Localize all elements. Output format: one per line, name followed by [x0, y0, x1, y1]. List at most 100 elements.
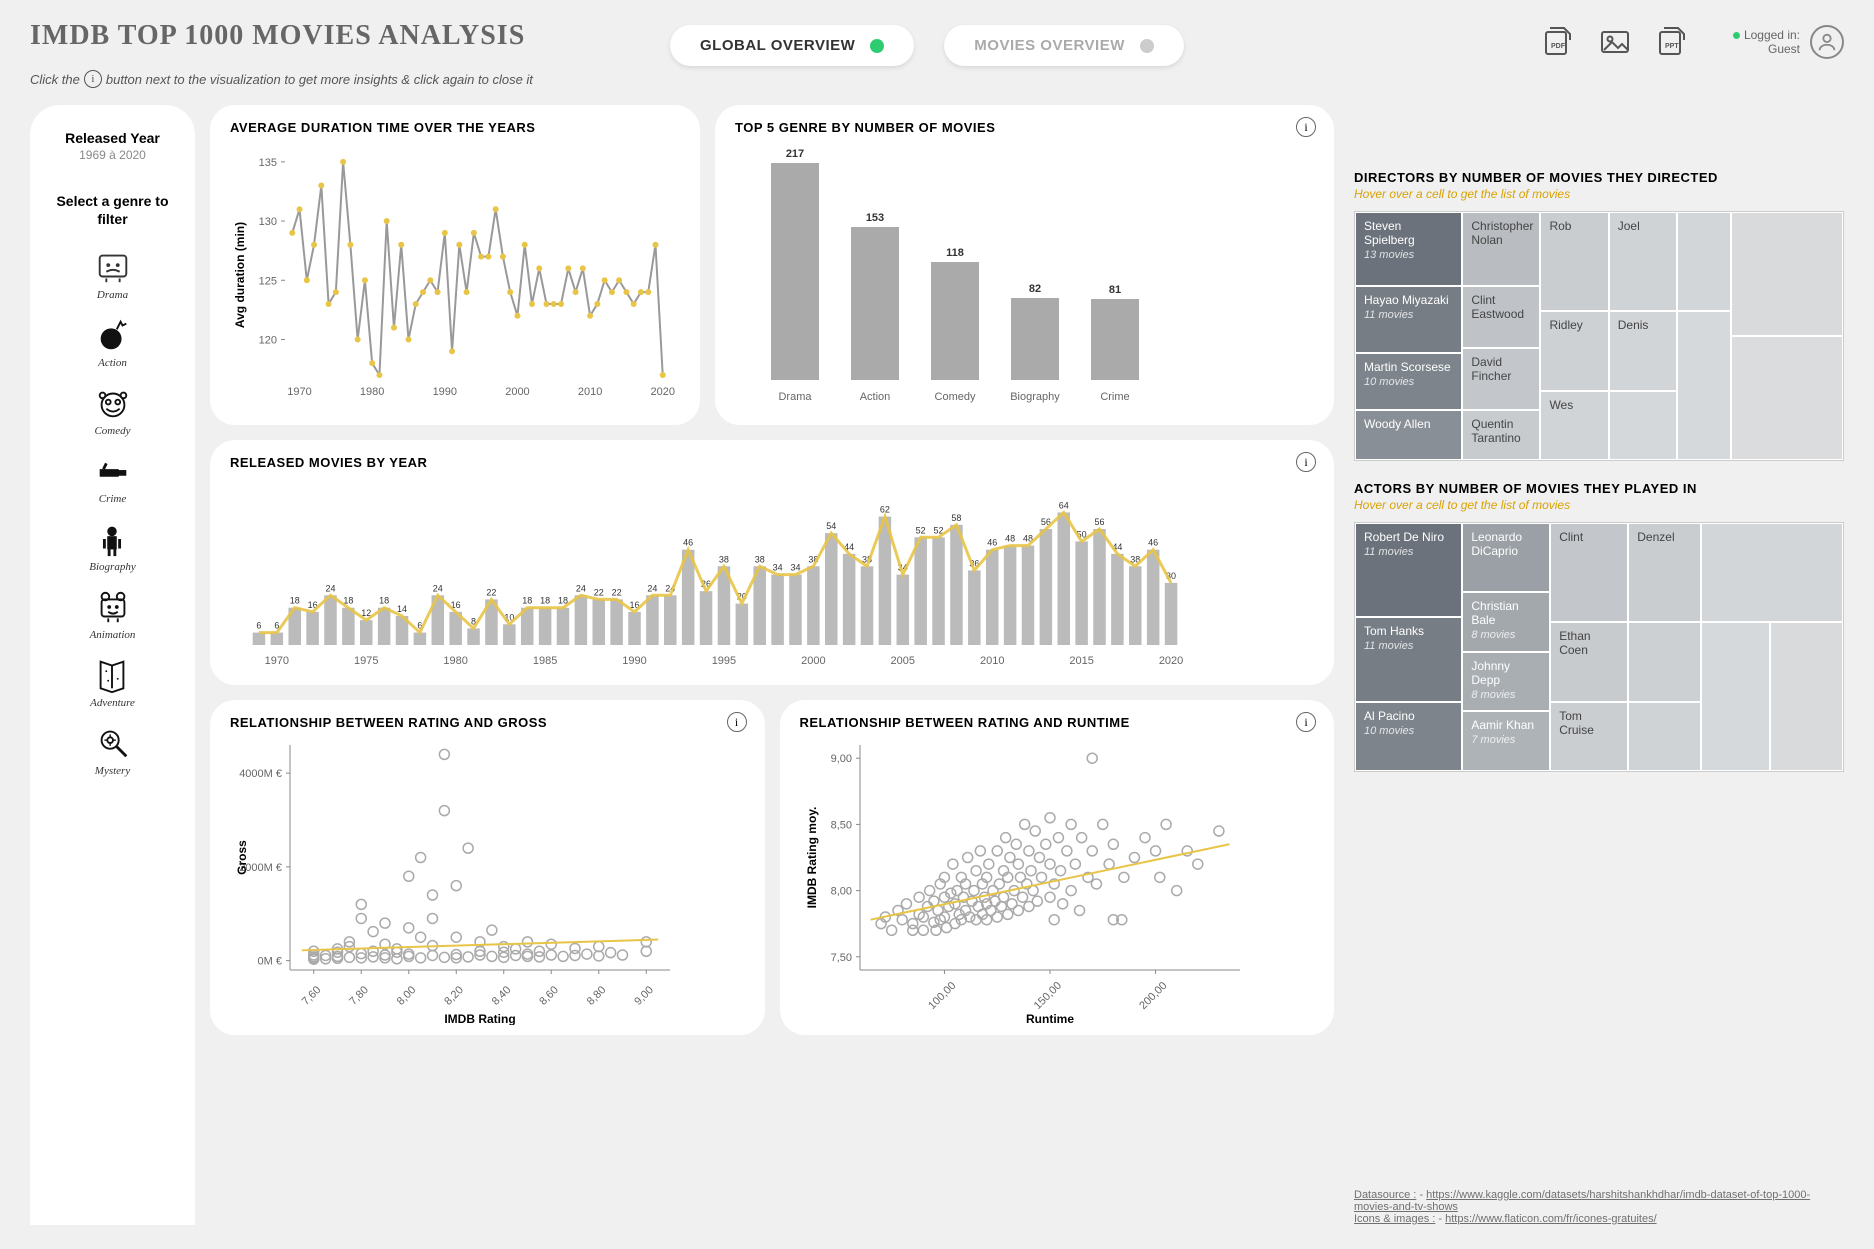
treemap-cell[interactable] [1731, 212, 1843, 336]
svg-text:Drama: Drama [778, 391, 812, 403]
genre-filter-adventure[interactable]: Adventure [90, 656, 135, 709]
treemap-cell[interactable]: Rob [1540, 212, 1608, 311]
genre-filter-action[interactable]: Action [94, 316, 132, 369]
svg-text:4000M €: 4000M € [239, 768, 282, 780]
treemap-cell[interactable] [1701, 622, 1769, 771]
svg-text:48: 48 [1005, 534, 1015, 544]
adventure-icon [93, 656, 131, 694]
info-button[interactable]: i [1296, 452, 1316, 472]
svg-text:64: 64 [1059, 500, 1069, 510]
treemap-cell[interactable]: Tom Cruise [1550, 702, 1628, 771]
active-dot-icon [870, 39, 884, 53]
treemap-cell[interactable]: Aamir Khan7 movies [1462, 711, 1550, 771]
svg-text:118: 118 [946, 247, 964, 259]
info-button[interactable]: i [727, 712, 747, 732]
actors-treemap[interactable]: Robert De Niro11 moviesTom Hanks11 movie… [1354, 522, 1844, 772]
export-pdf-icon[interactable]: PDF [1542, 26, 1574, 58]
treemap-cell[interactable] [1731, 336, 1843, 460]
treemap-cell[interactable]: Clint Eastwood [1462, 286, 1540, 348]
treemap-cell[interactable]: Denis [1609, 311, 1677, 390]
treemap-cell[interactable]: Quentin Tarantino [1462, 410, 1540, 460]
svg-text:2000: 2000 [505, 386, 529, 398]
info-button[interactable]: i [1296, 117, 1316, 137]
treemap-cell[interactable]: Wes [1540, 391, 1608, 460]
svg-text:217: 217 [786, 148, 804, 160]
svg-text:8,00: 8,00 [395, 984, 419, 1008]
svg-text:135: 135 [259, 157, 277, 169]
svg-text:PDF: PDF [1551, 43, 1566, 50]
treemap-cell[interactable]: Hayao Miyazaki11 movies [1355, 286, 1462, 353]
svg-text:Biography: Biography [1010, 391, 1060, 403]
genre-filter-drama[interactable]: Drama [94, 248, 132, 301]
svg-text:38: 38 [719, 554, 729, 564]
svg-text:8,80: 8,80 [585, 984, 609, 1008]
genre-filter-biography[interactable]: Biography [89, 520, 135, 573]
biography-icon [93, 520, 131, 558]
genre-filter-mystery[interactable]: Mystery [94, 724, 132, 777]
treemap-cell[interactable] [1770, 622, 1843, 771]
treemap-cell[interactable]: Woody Allen [1355, 410, 1462, 460]
treemap-cell[interactable]: Christian Bale8 movies [1462, 592, 1550, 652]
export-ppt-icon[interactable]: PPT [1656, 26, 1688, 58]
treemap-cell[interactable] [1628, 622, 1701, 701]
sources: Datasource : - https://www.kaggle.com/da… [1354, 1159, 1844, 1225]
treemap-cell[interactable]: Ethan Coen [1550, 622, 1628, 701]
directors-treemap-block: DIRECTORS BY NUMBER OF MOVIES THEY DIREC… [1354, 170, 1844, 461]
tab-movies-overview[interactable]: MOVIES OVERVIEW [944, 25, 1184, 66]
svg-text:46: 46 [1148, 538, 1158, 548]
chart-released-by-year: RELEASED MOVIES BY YEAR i 66181624181218… [210, 440, 1334, 685]
directors-treemap[interactable]: Steven Spielberg13 moviesHayao Miyazaki1… [1354, 211, 1844, 461]
treemap-cell[interactable] [1677, 311, 1731, 460]
treemap-cell[interactable] [1628, 702, 1701, 771]
treemap-cell[interactable]: Al Pacino10 movies [1355, 702, 1462, 771]
svg-text:120: 120 [259, 334, 277, 346]
treemap-cell[interactable]: Robert De Niro11 movies [1355, 523, 1462, 617]
tab-global-overview[interactable]: GLOBAL OVERVIEW [670, 25, 914, 66]
genre-filter-crime[interactable]: Crime [94, 452, 132, 505]
treemap-cell[interactable]: Denzel [1628, 523, 1701, 622]
svg-text:IMDB Rating moy.: IMDB Rating moy. [805, 807, 819, 909]
svg-text:2015: 2015 [1069, 655, 1093, 667]
icons-link[interactable]: https://www.flaticon.com/fr/icones-gratu… [1445, 1213, 1657, 1225]
svg-text:18: 18 [522, 596, 532, 606]
svg-text:14: 14 [397, 604, 407, 614]
treemap-cell[interactable]: Clint [1550, 523, 1628, 622]
treemap-cell[interactable]: Steven Spielberg13 movies [1355, 212, 1462, 286]
svg-text:100,00: 100,00 [926, 980, 958, 1012]
released-year-range: 1969 à 2020 [40, 148, 185, 162]
svg-text:1990: 1990 [433, 386, 457, 398]
treemap-cell[interactable]: Christopher Nolan [1462, 212, 1540, 286]
treemap-cell[interactable]: Joel [1609, 212, 1677, 311]
info-button[interactable]: i [1296, 712, 1316, 732]
datasource-link[interactable]: https://www.kaggle.com/datasets/harshits… [1354, 1189, 1810, 1213]
treemap-cell[interactable]: Martin Scorsese10 movies [1355, 353, 1462, 410]
svg-text:54: 54 [826, 521, 836, 531]
treemap-cell[interactable] [1609, 391, 1677, 460]
svg-text:8,60: 8,60 [537, 984, 561, 1008]
svg-text:2010: 2010 [578, 386, 602, 398]
treemap-cell[interactable] [1677, 212, 1731, 311]
svg-text:8,00: 8,00 [830, 886, 851, 898]
svg-text:34: 34 [773, 563, 783, 573]
avatar-icon[interactable] [1810, 25, 1844, 59]
treemap-cell[interactable]: David Fincher [1462, 348, 1540, 410]
svg-text:2010: 2010 [980, 655, 1004, 667]
svg-text:IMDB Rating: IMDB Rating [444, 1012, 515, 1025]
treemap-cell[interactable]: Ridley [1540, 311, 1608, 390]
svg-text:22: 22 [486, 587, 496, 597]
svg-text:7,60: 7,60 [300, 984, 324, 1008]
treemap-cell[interactable]: Johnny Depp8 movies [1462, 652, 1550, 712]
actors-treemap-block: ACTORS BY NUMBER OF MOVIES THEY PLAYED I… [1354, 481, 1844, 772]
svg-text:2020: 2020 [1159, 655, 1183, 667]
svg-text:1970: 1970 [287, 386, 311, 398]
genre-filter-comedy[interactable]: Comedy [94, 384, 132, 437]
treemap-cell[interactable]: Leonardo DiCaprio [1462, 523, 1550, 592]
genre-filter-animation[interactable]: Animation [90, 588, 136, 641]
treemap-cell[interactable]: Tom Hanks11 movies [1355, 617, 1462, 701]
crime-icon [94, 452, 132, 490]
svg-text:1990: 1990 [622, 655, 646, 667]
export-image-icon[interactable] [1599, 26, 1631, 58]
svg-text:Gross: Gross [235, 840, 249, 875]
svg-text:7,50: 7,50 [830, 952, 851, 964]
treemap-cell[interactable] [1701, 523, 1843, 622]
